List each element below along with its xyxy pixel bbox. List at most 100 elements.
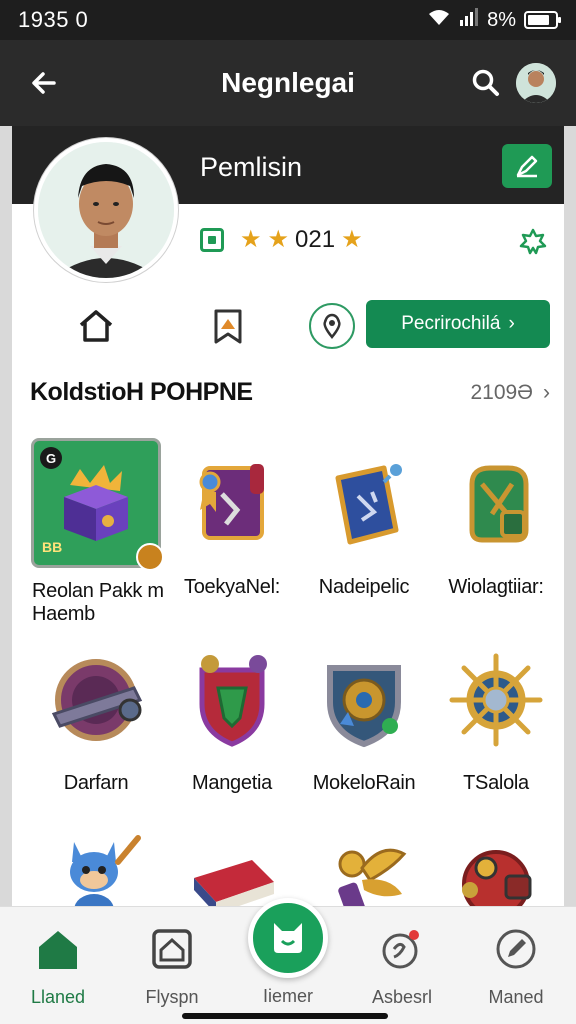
item-card[interactable]: Darfarn	[28, 640, 164, 795]
section-see-all[interactable]: 2109Ə ›	[470, 381, 550, 405]
profile-name: Pemlisin	[200, 152, 303, 182]
nav-icon-wrap	[34, 925, 82, 973]
nav-label: Flyspn	[145, 987, 199, 1007]
house-frame-icon	[152, 929, 192, 969]
section-count: 2109Ə	[470, 380, 533, 404]
search-button[interactable]	[462, 59, 510, 107]
profile-avatar[interactable]	[34, 138, 178, 282]
item-tile	[304, 444, 424, 564]
chevron-right-icon: ›	[543, 380, 550, 404]
item-label: MokeloRain	[312, 772, 416, 794]
item-tile	[304, 640, 424, 760]
item-corner-letter: G	[40, 447, 62, 469]
edit-profile-button[interactable]	[502, 144, 552, 188]
item-card[interactable]: TSalola	[428, 640, 564, 795]
item-label: Nadeipelic	[318, 576, 410, 598]
nav-item-maned[interactable]: Maned	[466, 925, 566, 1008]
item-label: Reolan Pakk m Haemb	[32, 580, 164, 625]
nav-label-center: Iiemer	[262, 986, 313, 1006]
item-label: Mangetia	[192, 772, 272, 794]
status-time: 1935 0	[18, 7, 89, 32]
blue-gem-shield-icon	[327, 665, 401, 748]
star-icon: ★	[341, 226, 363, 253]
section-header: KoldstioH POHPNE 2109Ə ›	[30, 378, 550, 407]
location-pin-icon	[323, 313, 341, 339]
map-bookmark-button[interactable]	[202, 300, 254, 352]
status-icons: 8%	[427, 8, 561, 32]
primary-action-label: Pecrirochilá	[401, 313, 501, 334]
scroll-banner-icon	[199, 464, 264, 540]
item-tile	[172, 640, 292, 760]
item-card[interactable]: ToekyaNel:	[164, 444, 300, 599]
nav-label: Asbesrl	[371, 987, 433, 1007]
star-icon: ★	[240, 226, 262, 253]
item-tile	[436, 640, 556, 760]
compose-icon	[496, 929, 536, 969]
status-bar: 1935 0 8%	[0, 0, 576, 40]
home-icon	[79, 310, 113, 342]
badge-icon	[200, 228, 224, 252]
back-arrow-icon	[32, 72, 56, 94]
item-tile	[172, 444, 292, 564]
nav-item-asbesrl[interactable]: Asbesrl	[352, 925, 452, 1008]
rating-value: 021	[295, 226, 336, 253]
battery-fill	[528, 15, 549, 25]
chevron-right-icon: ›	[508, 313, 515, 334]
item-label: TSalola	[463, 772, 529, 794]
location-button[interactable]	[309, 303, 355, 349]
section-title: KoldstioH POHPNE	[30, 378, 253, 406]
nav-icon-wrap	[492, 925, 540, 973]
item-card[interactable]: Wiolagtiiar:	[428, 444, 564, 599]
profile-photo	[38, 142, 174, 278]
item-code: BB	[42, 539, 63, 555]
battery-icon	[524, 11, 561, 29]
item-label: Darfarn	[63, 772, 129, 794]
treasure-chest-icon	[64, 465, 128, 541]
nav-item-home[interactable]: Llaned	[8, 925, 108, 1008]
wifi-icon	[427, 8, 451, 32]
home-indicator	[182, 1013, 388, 1019]
primary-action-button[interactable]: Pecrirochilá ›	[366, 300, 550, 348]
nav-label: Maned	[488, 987, 544, 1007]
search-icon	[472, 69, 499, 96]
golden-compass-icon	[449, 653, 543, 747]
nav-label: Llaned	[30, 987, 86, 1007]
item-label: ToekyaNel:	[184, 576, 280, 598]
item-card[interactable]: Nadeipelic	[296, 444, 432, 599]
center-action-button[interactable]	[248, 898, 328, 978]
nav-icon-wrap	[148, 925, 196, 973]
cat-icon	[274, 923, 302, 953]
home-action-button[interactable]	[70, 300, 122, 352]
item-label: Wiolagtiiar:	[448, 576, 544, 598]
map-bookmark-icon	[214, 309, 242, 344]
nav-item-flyspn[interactable]: Flyspn	[122, 925, 222, 1008]
back-button[interactable]	[20, 59, 68, 107]
achievement-badge-button[interactable]	[516, 226, 550, 256]
user-avatar-button[interactable]	[516, 63, 556, 103]
item-card[interactable]: MokeloRain	[296, 640, 432, 795]
item-card[interactable]: Mangetia	[164, 640, 300, 795]
item-card[interactable]: G BB Reolan Pakk m Haemb	[28, 438, 164, 626]
flower-badge-icon	[519, 228, 547, 255]
item-tile-selected: G BB	[31, 438, 164, 571]
app-bar: Negnlegai	[0, 40, 576, 126]
home-icon	[39, 931, 77, 969]
purple-shield-ring-icon	[51, 659, 143, 741]
right-edge	[564, 126, 576, 906]
user-avatar-icon	[516, 63, 556, 103]
left-edge	[0, 126, 12, 906]
chat-notification-icon	[382, 930, 419, 969]
item-corner-badge	[136, 543, 164, 571]
red-crest-shield-icon	[199, 655, 267, 747]
nav-icon-wrap	[378, 925, 426, 973]
action-row: Pecrirochilá ›	[0, 296, 576, 356]
battery-percent: 8%	[487, 8, 516, 31]
star-icon: ★	[267, 226, 290, 253]
rating-row: ★ ★ 021 ★	[200, 226, 363, 254]
signal-icon	[459, 8, 479, 32]
item-tile	[36, 640, 156, 760]
blue-card-tome-icon	[335, 464, 402, 545]
item-tile	[436, 444, 556, 564]
edit-icon	[516, 155, 538, 178]
green-backpack-icon	[469, 465, 529, 543]
